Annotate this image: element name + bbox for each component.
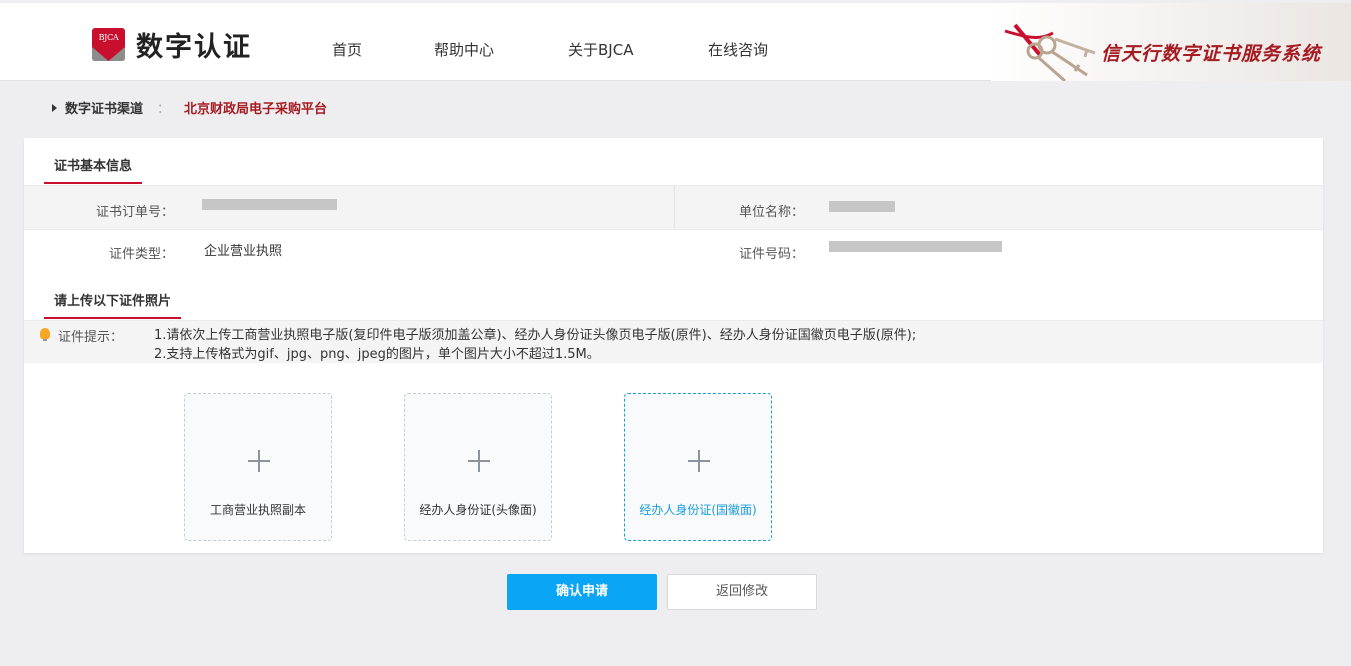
tip-text: 1.请依次上传工商营业执照电子版(复印件电子版须加盖公章)、经办人身份证头像页电… bbox=[154, 326, 916, 364]
plus-icon bbox=[468, 450, 490, 472]
nav-help-center[interactable]: 帮助中心 bbox=[434, 39, 494, 60]
upload-business-license[interactable]: 工商营业执照副本 bbox=[184, 393, 332, 541]
breadcrumb-separator: ： bbox=[157, 102, 171, 117]
id-type-label: 证件类型： bbox=[108, 247, 174, 262]
org-name-redacted bbox=[829, 201, 895, 212]
info-row-id: 证件类型： 企业营业执照 证件号码： bbox=[24, 230, 1323, 275]
info-row-order: 证书订单号： 单位名称： bbox=[24, 185, 1323, 230]
keys-icon bbox=[1004, 23, 1096, 81]
upload-tip-row: 证件提示： 1.请依次上传工商营业执照电子版(复印件电子版须加盖公章)、经办人身… bbox=[24, 320, 1323, 363]
plus-icon bbox=[688, 450, 710, 472]
id-number-redacted bbox=[829, 241, 1002, 252]
id-type-value: 企业营业执照 bbox=[204, 244, 283, 259]
tip-line-1: 1.请依次上传工商营业执照电子版(复印件电子版须加盖公章)、经办人身份证头像页电… bbox=[154, 328, 917, 343]
order-number-label: 证书订单号： bbox=[95, 205, 174, 220]
caret-right-icon bbox=[52, 103, 57, 112]
back-edit-button[interactable]: 返回修改 bbox=[667, 574, 817, 610]
top-header: BJCA 数字认证 首页 帮助中心 关于BJCA 在线咨询 信天行数字证书服务系… bbox=[0, 3, 1351, 81]
tip-label: 证件提示： bbox=[58, 330, 124, 345]
nav-about-bjca[interactable]: 关于BJCA bbox=[568, 39, 633, 60]
upload-caption: 经办人身份证(国徽面) bbox=[639, 503, 757, 517]
tip-line-2: 2.支持上传格式为gif、jpg、png、jpeg的图片，单个图片大小不超过1.… bbox=[154, 347, 600, 362]
header-banner: 信天行数字证书服务系统 bbox=[991, 3, 1351, 81]
banner-title: 信天行数字证书服务系统 bbox=[1100, 43, 1321, 65]
upload-id-back[interactable]: 经办人身份证(国徽面) bbox=[624, 393, 772, 541]
org-name-label: 单位名称： bbox=[738, 205, 804, 220]
bjca-logo-icon[interactable]: BJCA bbox=[92, 28, 125, 61]
logo-title[interactable]: 数字认证 bbox=[136, 25, 252, 64]
upload-caption: 工商营业执照副本 bbox=[209, 503, 306, 517]
upload-section-title: 请上传以下证件照片 bbox=[44, 290, 182, 319]
main-card: 证书基本信息 证书订单号： 单位名称： 证件类型： 企业营业执照 证件号码： 请… bbox=[24, 138, 1323, 553]
upload-caption: 经办人身份证(头像面) bbox=[419, 503, 537, 517]
nav-online-consult[interactable]: 在线咨询 bbox=[708, 39, 768, 60]
upload-id-front[interactable]: 经办人身份证(头像面) bbox=[404, 393, 552, 541]
breadcrumb-channel[interactable]: 北京财政局电子采购平台 bbox=[184, 98, 327, 117]
confirm-apply-button[interactable]: 确认申请 bbox=[507, 574, 657, 610]
nav-home[interactable]: 首页 bbox=[332, 39, 362, 60]
cert-info-title: 证书基本信息 bbox=[44, 155, 143, 184]
breadcrumb: 数字证书渠道 ： 北京财政局电子采购平台 bbox=[52, 98, 327, 117]
breadcrumb-label: 数字证书渠道 bbox=[65, 102, 144, 117]
plus-icon bbox=[248, 450, 270, 472]
id-number-label: 证件号码： bbox=[738, 247, 804, 262]
order-number-redacted bbox=[202, 199, 337, 210]
lightbulb-icon bbox=[40, 328, 50, 341]
logo-badge-text: BJCA bbox=[98, 33, 119, 42]
